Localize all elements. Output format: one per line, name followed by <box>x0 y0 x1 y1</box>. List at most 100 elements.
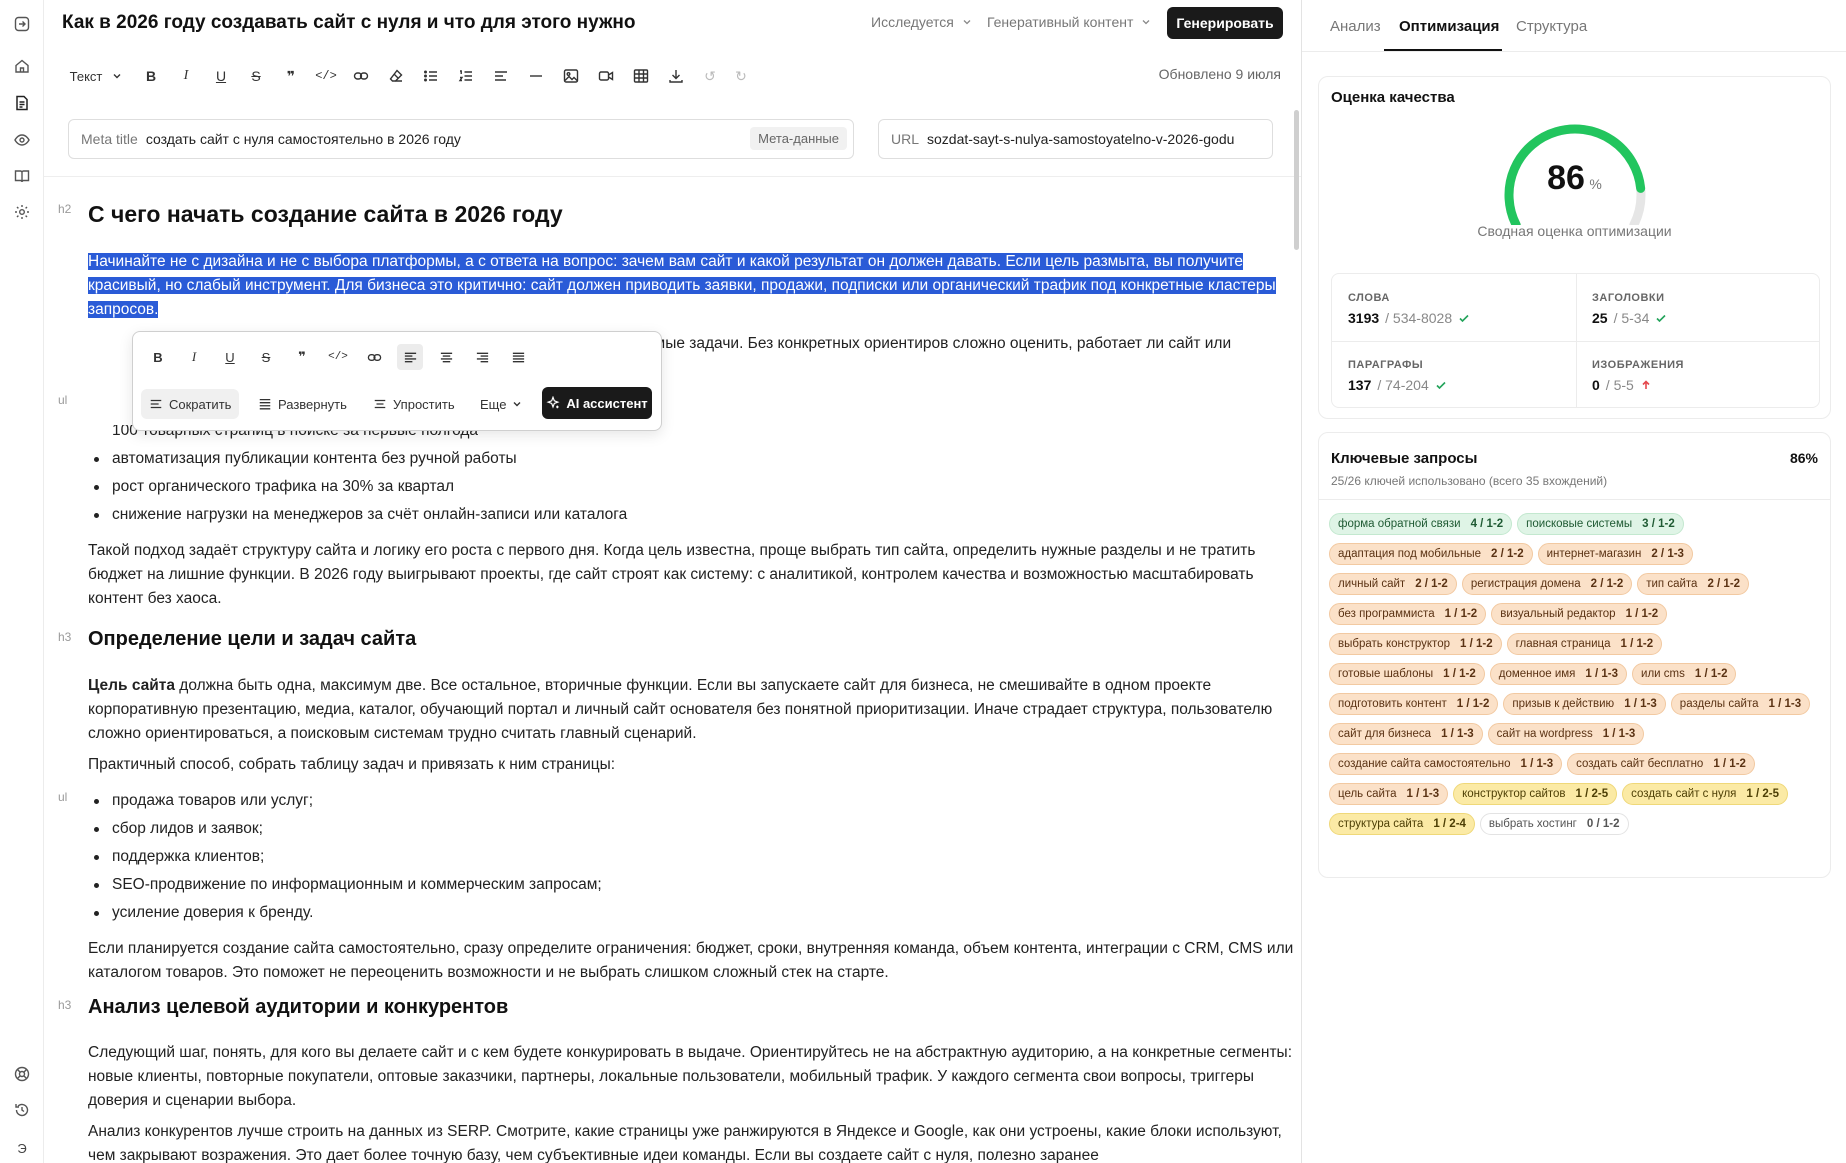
quote-icon[interactable]: ❞ <box>289 344 315 370</box>
keyword-chip[interactable]: конструктор сайтов 1 / 2-5 <box>1453 783 1618 805</box>
eye-icon[interactable] <box>10 128 34 152</box>
list-item[interactable]: рост органического трафика на 30% за ква… <box>93 475 454 499</box>
list-item[interactable]: снижение нагрузки на менеджеров за счёт … <box>93 503 627 527</box>
horizontal-rule-icon[interactable] <box>525 64 547 88</box>
keyword-chip[interactable]: создать сайт бесплатно 1 / 1-2 <box>1567 753 1755 775</box>
video-icon[interactable] <box>595 64 617 88</box>
list-item[interactable]: усиление доверия к бренду. <box>93 901 313 925</box>
align-center-icon[interactable] <box>433 344 459 370</box>
keyword-chip[interactable]: подготовить контент 1 / 1-2 <box>1329 693 1499 715</box>
bold-icon[interactable]: B <box>140 64 162 88</box>
keyword-chip[interactable]: поисковые системы 3 / 1-2 <box>1517 513 1684 535</box>
keyword-chip[interactable]: сайт для бизнеса 1 / 1-3 <box>1329 723 1483 745</box>
keyword-chip[interactable]: личный сайт 2 / 1-2 <box>1329 573 1457 595</box>
keyword-chip[interactable]: тип сайта 2 / 1-2 <box>1637 573 1750 595</box>
expand-button[interactable]: Развернуть <box>250 389 355 419</box>
list-item[interactable]: сбор лидов и заявок; <box>94 817 263 841</box>
quote-icon[interactable]: ❞ <box>280 64 302 88</box>
ai-assistant-button[interactable]: AI ассистент <box>542 387 652 419</box>
strikethrough-icon[interactable]: S <box>253 344 279 370</box>
keyword-chip[interactable]: регистрация домена 2 / 1-2 <box>1461 573 1633 595</box>
list-item[interactable]: поддержка клиентов; <box>93 845 264 869</box>
bold-icon[interactable]: B <box>145 344 171 370</box>
language-icon[interactable]: Э <box>10 1136 34 1160</box>
list-item[interactable]: автоматизация публикации контента без ру… <box>94 447 517 471</box>
keyword-chip[interactable]: разделы сайта 1 / 1-3 <box>1670 693 1811 715</box>
history-icon[interactable] <box>10 1098 34 1122</box>
status-dropdown[interactable]: Исследуется <box>871 14 972 30</box>
settings-icon[interactable] <box>10 200 34 224</box>
keyword-chip[interactable]: готовые шаблоны 1 / 1-2 <box>1329 663 1485 685</box>
simplify-button[interactable]: Упростить <box>365 389 463 419</box>
image-icon[interactable] <box>560 64 582 88</box>
keyword-chip[interactable]: структура сайта 1 / 2-4 <box>1329 813 1475 835</box>
keyword-chip[interactable]: выбрать хостинг 0 / 1-2 <box>1479 813 1629 835</box>
content-type-dropdown[interactable]: Генеративный контент <box>987 14 1151 30</box>
eraser-icon[interactable] <box>385 64 407 88</box>
url-value[interactable]: sozdat-sayt-s-nulya-samostoyatelno-v-202… <box>927 131 1234 147</box>
code-icon[interactable]: </> <box>325 344 351 370</box>
more-dropdown[interactable]: Еще <box>472 389 530 419</box>
link-icon[interactable] <box>361 344 387 370</box>
keyword-chip[interactable]: доменное имя 1 / 1-3 <box>1489 663 1628 685</box>
paragraph[interactable]: Практичный способ, собрать таблицу задач… <box>88 753 1301 777</box>
numbered-list-icon[interactable] <box>455 64 477 88</box>
paragraph-partial[interactable]: мерим­ые задачи. Без конкретных ориентир… <box>618 332 1301 356</box>
keyword-chip[interactable]: сайт на wordpress 1 / 1-3 <box>1487 723 1645 745</box>
keyword-chip[interactable]: призыв к действию 1 / 1-3 <box>1503 693 1666 715</box>
metadata-button[interactable]: Мета-данные <box>750 127 847 150</box>
keyword-chip[interactable]: выбрать конструктор 1 / 1-2 <box>1329 633 1502 655</box>
section-heading-h3[interactable]: Анализ целевой аудитории и конкурентов <box>88 996 508 1019</box>
align-right-icon[interactable] <box>469 344 495 370</box>
link-icon[interactable] <box>350 64 372 88</box>
document-icon[interactable] <box>10 91 34 115</box>
list-item[interactable]: продажа товаров или услуг; <box>93 789 313 813</box>
keyword-chip[interactable]: без программиста 1 / 1-2 <box>1329 603 1487 625</box>
keyword-chip[interactable]: главная страница 1 / 1-2 <box>1506 633 1663 655</box>
meta-title-value[interactable]: создать сайт с нуля самостоятельно в 202… <box>146 131 461 147</box>
selected-text[interactable]: Начинайте не с дизайна и не с выбора пла… <box>88 253 1276 318</box>
keyword-chip[interactable]: цель сайта 1 / 1-3 <box>1329 783 1449 805</box>
home-icon[interactable] <box>10 54 34 78</box>
document-title[interactable]: Как в 2026 году создавать сайт с нуля и … <box>62 12 636 34</box>
url-field[interactable]: URL sozdat-sayt-s-nulya-samostoyatelno-v… <box>878 119 1273 159</box>
undo-icon[interactable]: ↺ <box>700 64 720 88</box>
align-left-icon[interactable] <box>490 64 512 88</box>
code-icon[interactable]: </> <box>315 64 337 88</box>
section-heading-h3[interactable]: Определение цели и задач сайта <box>88 628 416 651</box>
keyword-chip[interactable]: интернет-магазин 2 / 1-3 <box>1537 543 1693 565</box>
paragraph[interactable]: Если планируется создание сайта самостоя… <box>88 937 1301 985</box>
paragraph[interactable]: Цель сайта должна быть одна, максимум дв… <box>88 674 1301 746</box>
meta-title-field[interactable]: Meta title создать сайт с нуля самостоят… <box>68 119 854 159</box>
help-icon[interactable] <box>10 1062 34 1086</box>
keyword-chip[interactable]: форма обратной связи 4 / 1-2 <box>1329 513 1513 535</box>
list-item[interactable]: SEO-продвижение по информационным и комм… <box>94 873 602 897</box>
strikethrough-icon[interactable]: S <box>245 64 267 88</box>
tab-structure[interactable]: Структура <box>1516 18 1587 35</box>
shorten-button[interactable]: Сократить <box>141 389 240 419</box>
underline-icon[interactable]: U <box>217 344 243 370</box>
italic-icon[interactable]: I <box>175 64 197 88</box>
text-style-select[interactable]: Текст <box>66 64 126 88</box>
keyword-chip[interactable]: создать сайт с нуля 1 / 2-5 <box>1622 783 1789 805</box>
italic-icon[interactable]: I <box>181 344 207 370</box>
paragraph[interactable]: Следующий шаг, понять, для кого вы делае… <box>88 1041 1301 1113</box>
redo-icon[interactable]: ↻ <box>731 64 751 88</box>
download-icon[interactable] <box>665 64 687 88</box>
align-justify-icon[interactable] <box>505 344 531 370</box>
tab-optimization[interactable]: Оптимизация <box>1399 18 1499 35</box>
paragraph[interactable]: Такой подход задаёт структуру сайта и ло… <box>88 539 1301 611</box>
selected-paragraph[interactable]: Начинайте не с дизайна и не с выбора пла… <box>88 250 1301 322</box>
tab-analysis[interactable]: Анализ <box>1330 18 1381 35</box>
paragraph[interactable]: Анализ конкурентов лучше строить на данн… <box>88 1120 1301 1163</box>
align-left-icon[interactable] <box>397 344 423 370</box>
keyword-chip[interactable]: адаптация под мобильные 2 / 1-2 <box>1329 543 1533 565</box>
keyword-chip[interactable]: или cms 1 / 1-2 <box>1632 663 1737 685</box>
collapse-icon[interactable] <box>10 12 34 36</box>
underline-icon[interactable]: U <box>210 64 232 88</box>
table-icon[interactable] <box>630 64 652 88</box>
keyword-chip[interactable]: создание сайта самостоятельно 1 / 1-3 <box>1329 753 1563 775</box>
generate-button[interactable]: Генерировать <box>1167 7 1283 39</box>
bullet-list-icon[interactable] <box>420 64 442 88</box>
keyword-chip[interactable]: визуальный редактор 1 / 1-2 <box>1491 603 1668 625</box>
